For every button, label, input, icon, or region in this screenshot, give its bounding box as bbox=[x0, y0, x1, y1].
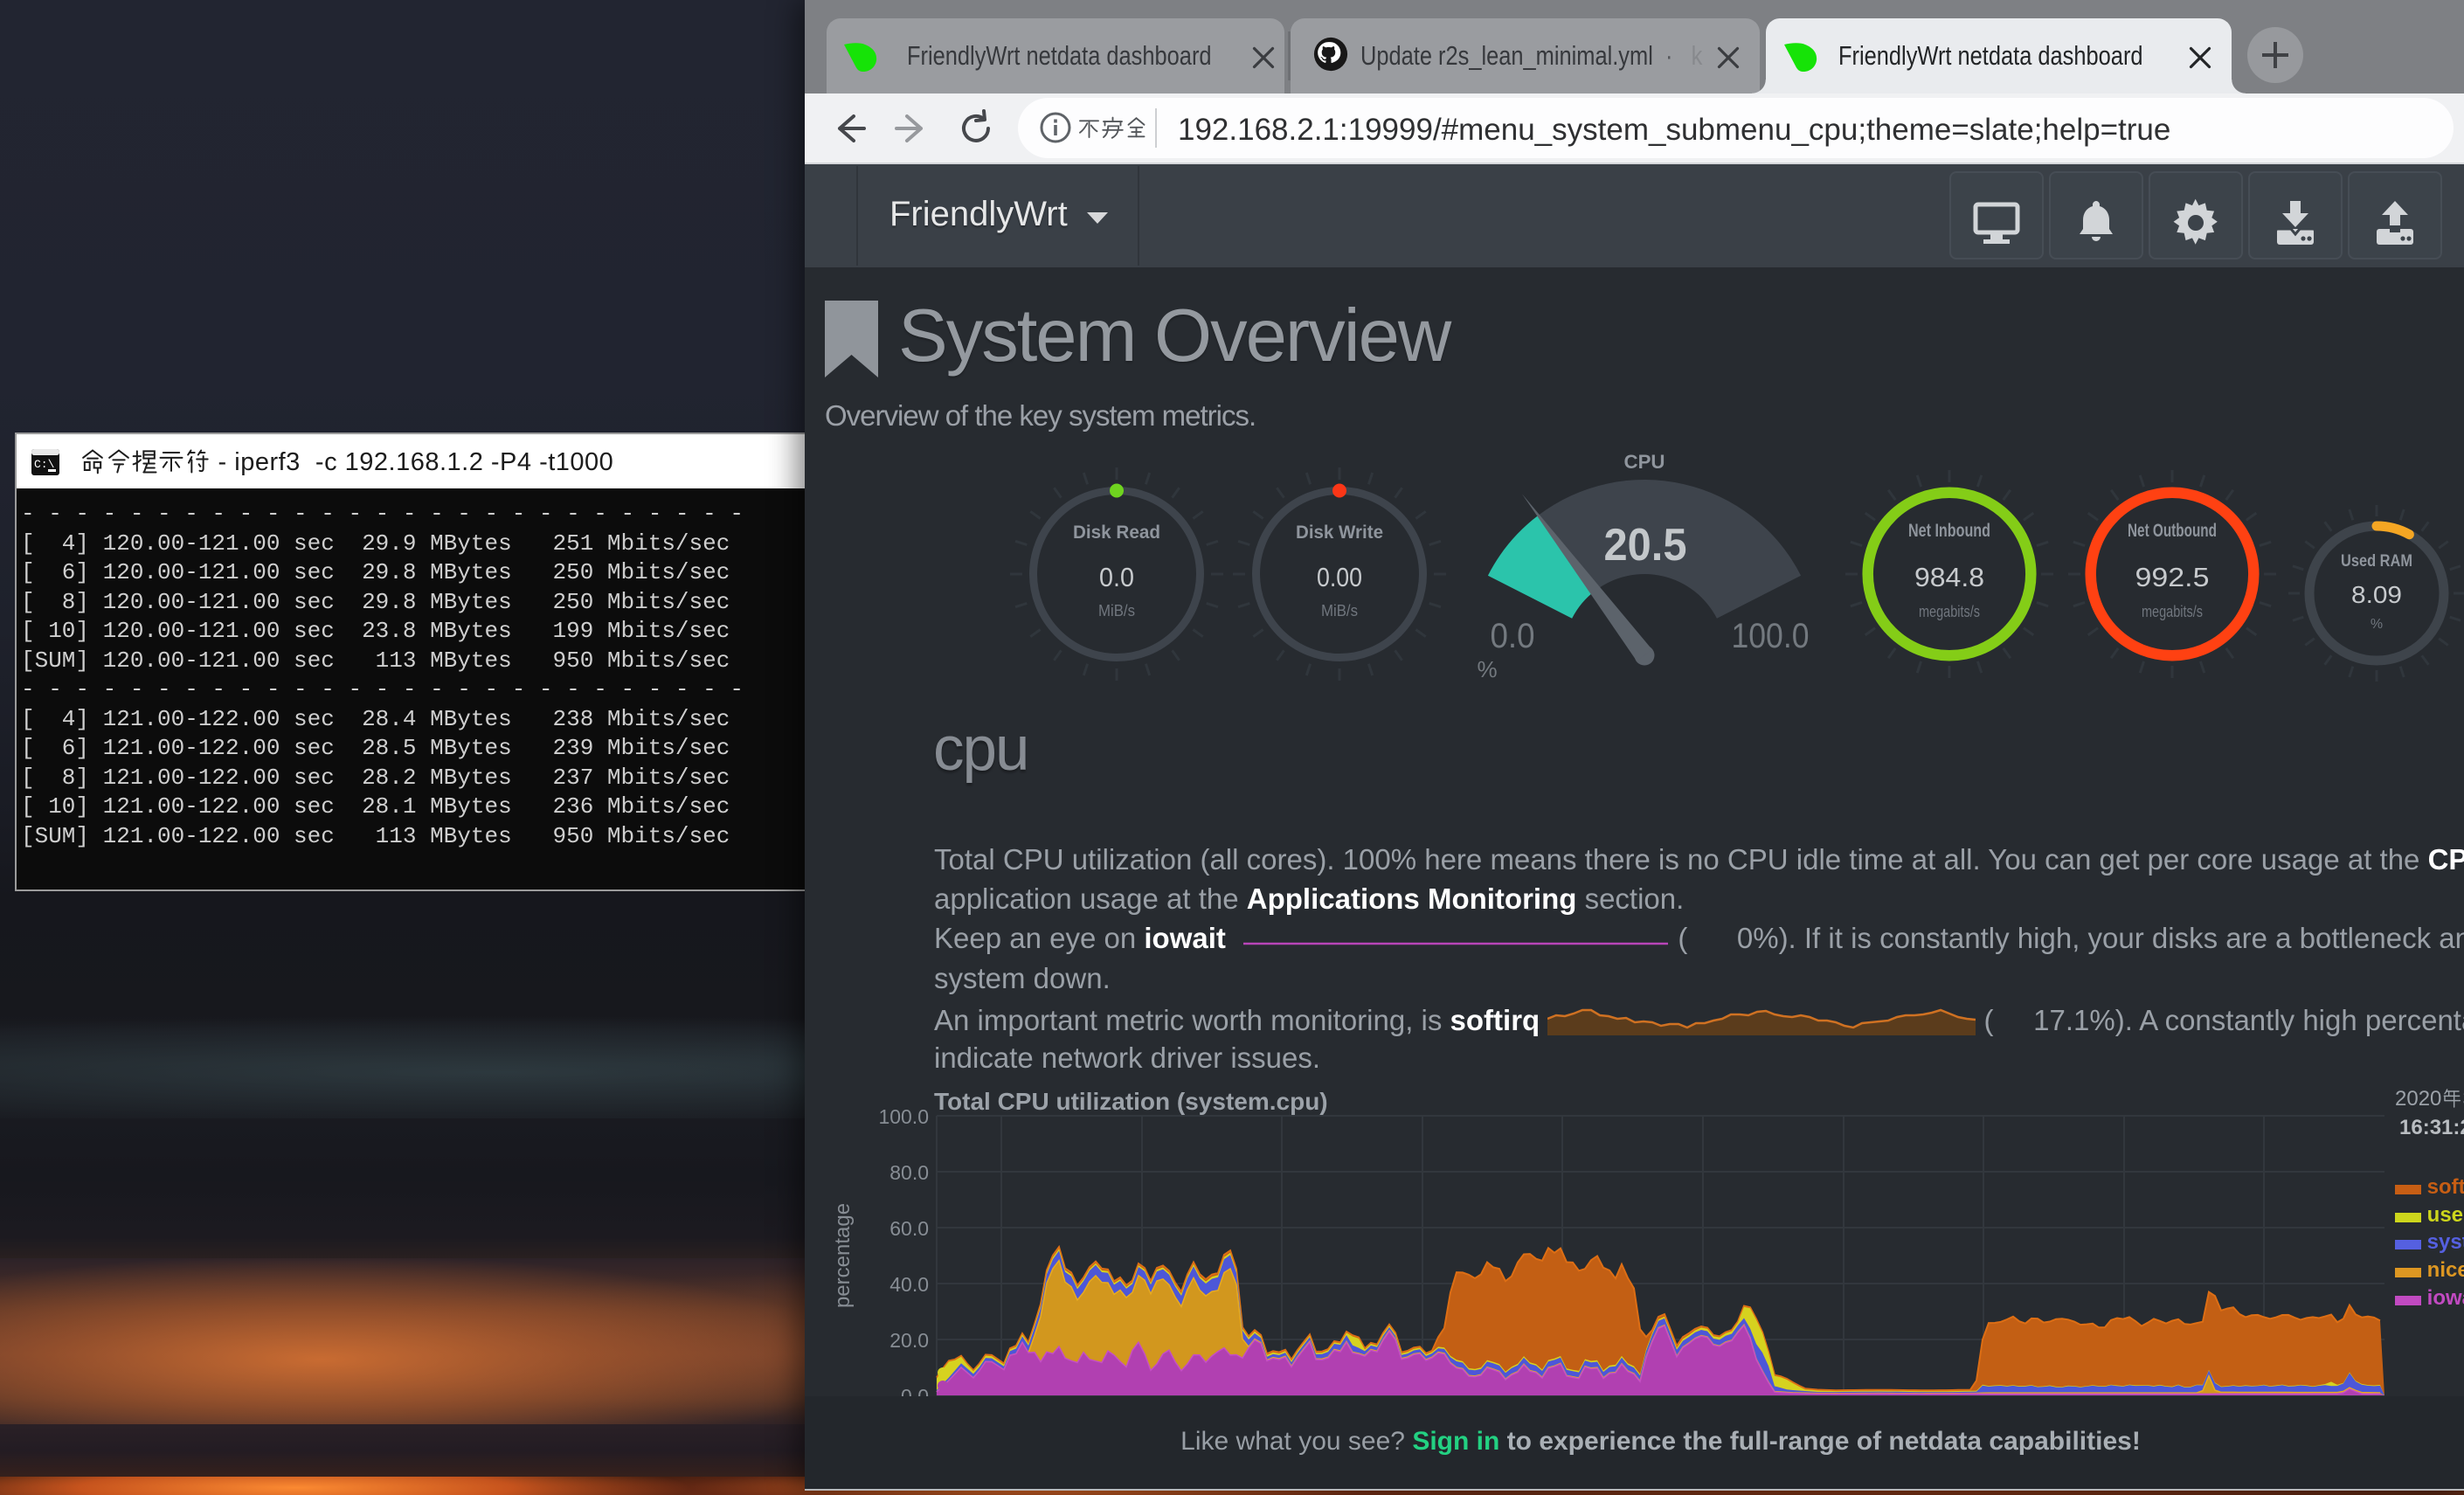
svg-text:100.0: 100.0 bbox=[878, 1105, 929, 1128]
svg-text:percentage: percentage bbox=[831, 1203, 855, 1308]
svg-text:40.0: 40.0 bbox=[889, 1273, 929, 1296]
svg-text:C:\: C:\ bbox=[34, 458, 55, 471]
svg-text:60.0: 60.0 bbox=[889, 1217, 929, 1240]
svg-text:80.0: 80.0 bbox=[889, 1161, 929, 1184]
svg-text:20.0: 20.0 bbox=[889, 1329, 929, 1352]
